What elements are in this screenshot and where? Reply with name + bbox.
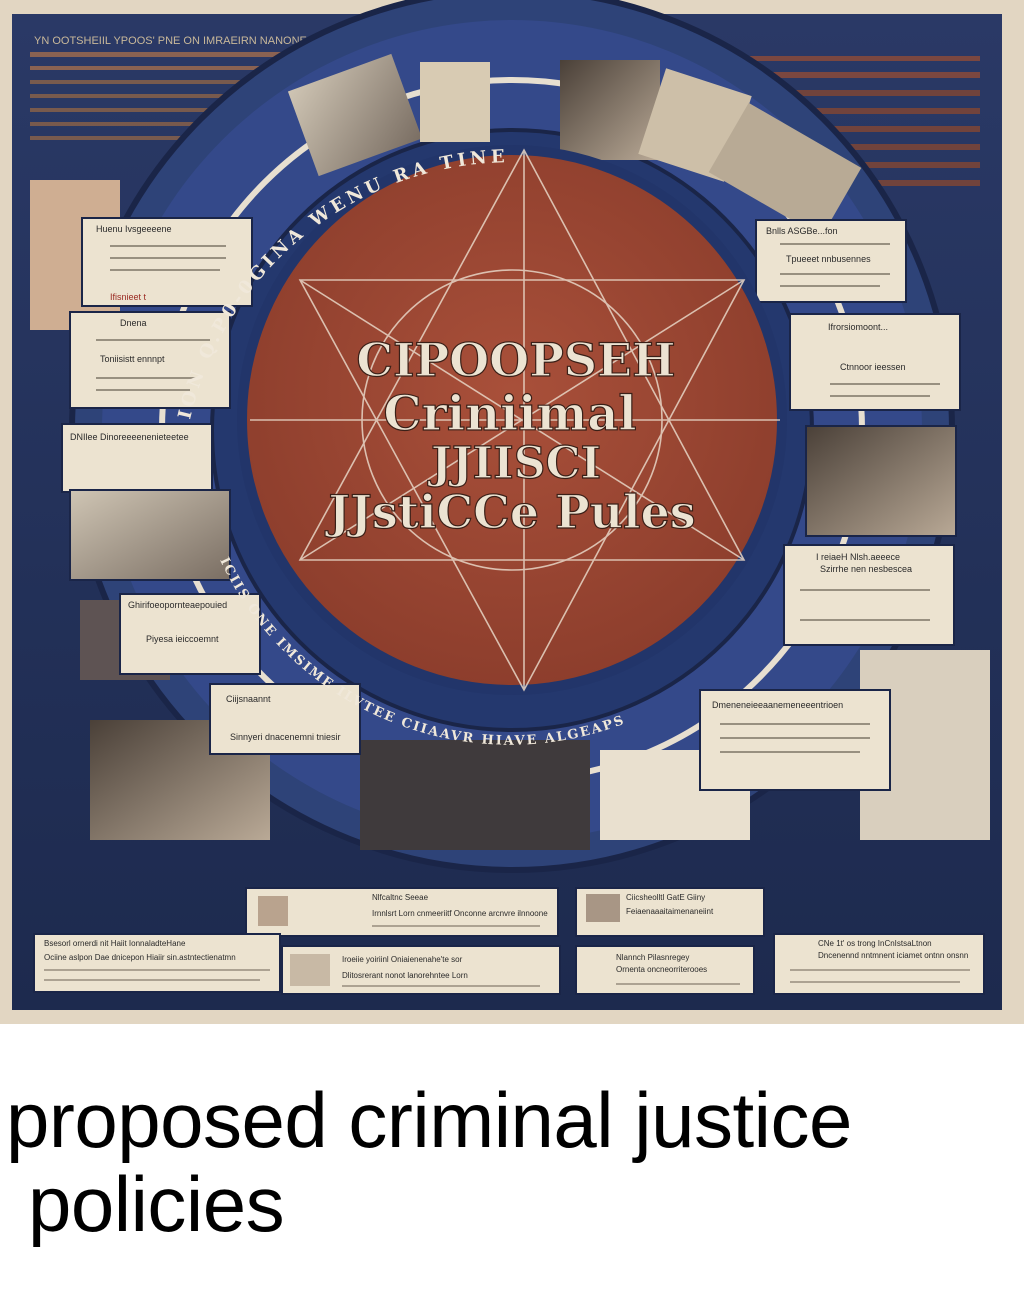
svg-text:Ornenta oncneorriterooes: Ornenta oncneorriterooes (616, 965, 707, 974)
svg-text:Bnlls ASGBe...fon: Bnlls ASGBe...fon (766, 226, 838, 236)
svg-text:Iroeiie yoiriinl Oniaienenahe': Iroeiie yoiriinl Oniaienenahe'te sor (342, 955, 463, 964)
svg-text:Feiaenaaaitaimenaneiint: Feiaenaaaitaimenaneiint (626, 907, 714, 916)
svg-text:I reiaeH Nlsh.aeeece: I reiaeH Nlsh.aeeece (816, 552, 900, 562)
caption-line-2: policies (28, 1160, 285, 1248)
svg-text:Bsesorl ornerdi nit Haiit Ionn: Bsesorl ornerdi nit Haiit IonnaladteHane (44, 939, 186, 948)
svg-text:Criniimal: Criniimal (383, 386, 636, 442)
svg-text:DNIlee Dinoreeeenenieteetee: DNIlee Dinoreeeenenieteetee (70, 432, 189, 442)
poster-collage: YN OOTSHEIIL YPOOS' PNE ON IMRAEIRN NANO… (0, 0, 1024, 1024)
svg-text:Piyesa ieiccoemnt: Piyesa ieiccoemnt (146, 634, 219, 644)
svg-text:Sinnyeri dnacenemni tniesir: Sinnyeri dnacenemni tniesir (230, 732, 341, 742)
svg-text:Tpueeet nnbusennes: Tpueeet nnbusennes (786, 254, 871, 264)
svg-text:Toniisistt ennnpt: Toniisistt ennnpt (100, 354, 165, 364)
caption: proposed criminal justice policies (6, 1078, 1016, 1246)
svg-text:Nlannch Pilasnregey: Nlannch Pilasnregey (616, 953, 689, 962)
svg-text:Dnena: Dnena (120, 318, 147, 328)
svg-text:Huenu Ivsgeeeene: Huenu Ivsgeeeene (96, 224, 172, 234)
svg-text:Ifisnieet t: Ifisnieet t (110, 292, 147, 302)
svg-text:Ciijsnaannt: Ciijsnaannt (226, 694, 271, 704)
svg-text:Ociine aslpon Dae dnicepon Hia: Ociine aslpon Dae dnicepon Hiaiir sin.as… (44, 953, 236, 962)
svg-text:CNe 1t' os trong InCnIstsaLtno: CNe 1t' os trong InCnIstsaLtnon (818, 939, 932, 948)
svg-text:JJstiCCe Pules: JJstiCCe Pules (324, 485, 695, 539)
svg-text:CIPOOPSEH: CIPOOPSEH (356, 333, 675, 387)
svg-text:Irnnlsrt Lorn cnmeeriitf Oncon: Irnnlsrt Lorn cnmeeriitf Onconne arcnvre… (372, 909, 548, 918)
svg-text:Dlitosrerant nonot lanorehntee: Dlitosrerant nonot lanorehntee Lorn (342, 971, 468, 980)
svg-text:Szirrhe nen nesbescea: Szirrhe nen nesbescea (820, 564, 912, 574)
svg-text:Ghirifoeopornteaepouied: Ghirifoeopornteaepouied (128, 600, 227, 610)
svg-text:JJIISCI: JJIISCI (427, 438, 601, 489)
svg-text:Nlfcaltnc Seeae: Nlfcaltnc Seeae (372, 893, 429, 902)
svg-text:Dncenennd nntmnent iciamet ont: Dncenennd nntmnent iciamet ontnn onsnn (818, 951, 968, 960)
svg-text:Ctnnoor ieessen: Ctnnoor ieessen (840, 362, 906, 372)
svg-text:Ciicsheolltl GatE Giiny: Ciicsheolltl GatE Giiny (626, 893, 705, 902)
svg-text:Ifrorsiomoont...: Ifrorsiomoont... (828, 322, 888, 332)
poster-graphic: YN OOTSHEIIL YPOOS' PNE ON IMRAEIRN NANO… (0, 0, 1024, 1024)
svg-text:Dmeneneieeaanemeneeentrioen: Dmeneneieeaanemeneeentrioen (712, 700, 843, 710)
caption-line-1: proposed criminal justice (6, 1076, 852, 1164)
